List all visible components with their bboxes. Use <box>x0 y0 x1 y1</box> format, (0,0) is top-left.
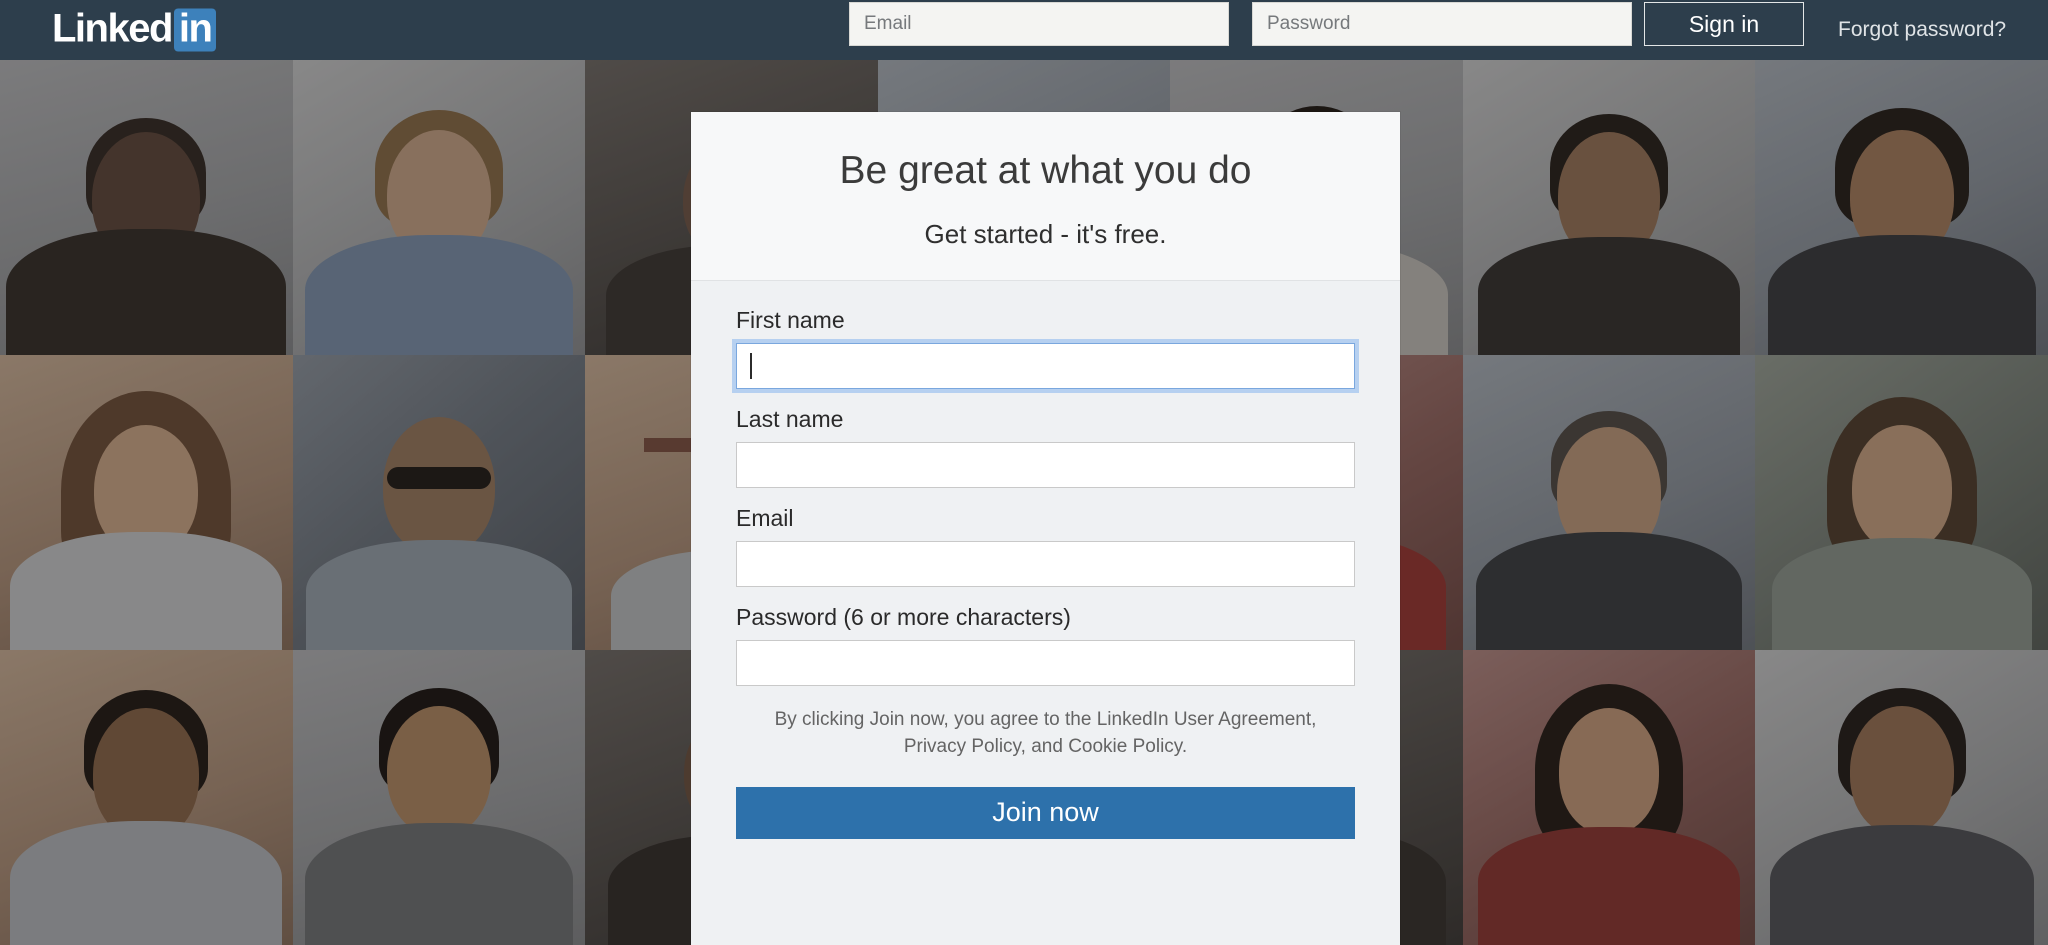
signup-title: Be great at what you do <box>839 149 1252 192</box>
photo-tile-man-short-hair-smiling <box>292 650 586 945</box>
email-label: Email <box>736 504 794 531</box>
password-field: Password (6 or more characters) <box>736 604 1355 686</box>
photo-tile-woman-long-hair-smiling <box>0 355 293 650</box>
photo-tile-man-grey-hair-suit <box>1462 355 1756 650</box>
first-name-input[interactable] <box>736 342 1355 389</box>
email-input[interactable] <box>736 540 1355 587</box>
top-navigation-bar: Linkedin Sign in Forgot password? <box>0 0 2048 60</box>
text-cursor <box>750 352 752 379</box>
photo-tile-woman-blonde-blue-jacket <box>292 60 586 355</box>
last-name-input[interactable] <box>736 441 1355 488</box>
photo-tile-woman-red-scarf <box>1462 650 1756 945</box>
first-name-input-wrap <box>736 342 1355 389</box>
forgot-password-link[interactable]: Forgot password? <box>1838 18 2006 42</box>
photo-tile-man-dark-hair-lower <box>1755 650 2048 945</box>
photo-tile-man-smiling-striped-shirt <box>0 650 293 945</box>
photo-tile-man-smiling-suit <box>1462 60 1756 355</box>
signin-password-input[interactable] <box>1252 2 1632 46</box>
last-name-label: Last name <box>736 405 844 432</box>
first-name-field: First name <box>736 307 1355 389</box>
first-name-label: First name <box>736 306 845 333</box>
join-now-button[interactable]: Join now <box>736 786 1355 839</box>
legal-disclaimer: By clicking Join now, you agree to the L… <box>774 708 1317 758</box>
logo-wordmark: Linked <box>52 6 173 51</box>
photo-tile-woman-outdoor-park <box>1755 355 2048 650</box>
signup-card: Be great at what you do Get started - it… <box>691 112 1400 945</box>
photo-tile-man-sunglasses-city <box>292 355 586 650</box>
logo-in-badge: in <box>173 8 217 52</box>
sign-in-button[interactable]: Sign in <box>1644 2 1804 46</box>
photo-tile-man-curly-hair-suit <box>1755 60 2048 355</box>
password-label: Password (6 or more characters) <box>736 603 1071 630</box>
email-field: Email <box>736 505 1355 587</box>
last-name-field: Last name <box>736 406 1355 488</box>
linkedin-logo[interactable]: Linked in <box>52 6 217 52</box>
signup-card-header: Be great at what you do Get started - it… <box>691 112 1400 281</box>
password-input[interactable] <box>736 639 1355 686</box>
signin-email-input[interactable] <box>849 2 1229 46</box>
signup-form: First name Last name Email Password (6 o… <box>691 281 1400 839</box>
signup-subtitle: Get started - it's free. <box>924 218 1167 249</box>
photo-tile-man-in-suit-smiling <box>0 60 293 355</box>
